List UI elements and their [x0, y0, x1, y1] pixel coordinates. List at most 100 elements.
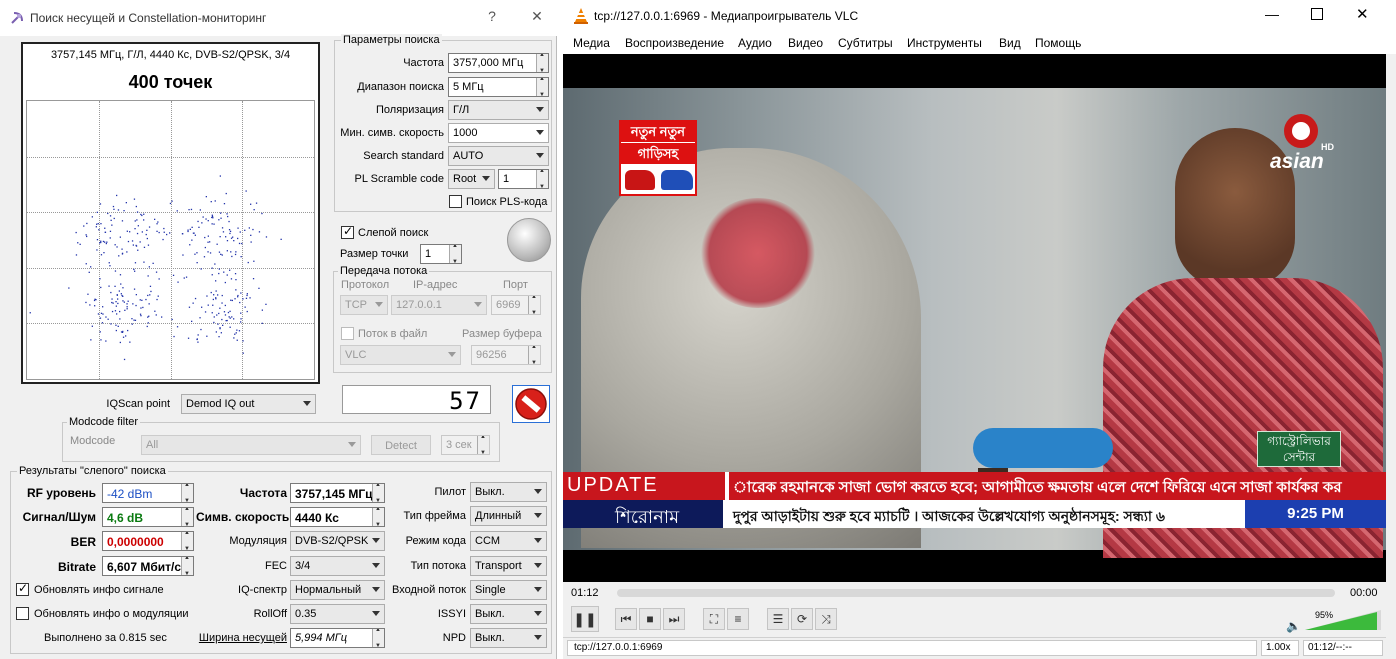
satellite-dish-icon: [11, 12, 23, 24]
rolloff-select[interactable]: 0.35: [290, 604, 385, 624]
result-sr-field: 4440 Кс: [290, 507, 385, 527]
volume-slider[interactable]: [1305, 608, 1381, 630]
time-elapsed: 01:12: [571, 587, 599, 599]
issyi-label: ISSYI: [437, 608, 466, 620]
stream-type-select[interactable]: Transport: [470, 556, 547, 576]
buffer-size-input[interactable]: 96256: [471, 345, 541, 365]
ticker1-text: ারেক রহমানকে সাজা ভোগ করতে হবে; আগামীতে …: [733, 479, 1342, 496]
vlc-menubar: Медиа Воспроизведение Аудио Видео Субтит…: [563, 32, 1396, 54]
status-speed[interactable]: 1.00x: [1261, 640, 1299, 656]
car-blue-icon: [661, 170, 693, 190]
point-size-input[interactable]: 1: [420, 244, 462, 264]
bitrate-label: Bitrate: [57, 560, 96, 574]
input-stream-label: Входной поток: [392, 584, 466, 596]
promo-bottom: গাড়িসহ: [621, 142, 695, 164]
next-button[interactable]: ⏭: [663, 608, 685, 630]
protocol-select[interactable]: TCP: [340, 295, 388, 315]
pl-scramble-code-input[interactable]: 1: [498, 169, 549, 189]
loop-button[interactable]: ⟳: [791, 608, 813, 630]
blue-object: [973, 428, 1113, 468]
pls-search-checkbox[interactable]: [449, 195, 462, 208]
menu-subtitles[interactable]: Субтитры: [838, 36, 893, 50]
vlc-titlebar[interactable]: tcp://127.0.0.1:6969 - Медиапроигрывател…: [563, 0, 1396, 32]
close-button[interactable]: ✕: [527, 8, 547, 25]
point-size-label: Размер точки: [340, 248, 409, 260]
help-button[interactable]: ?: [482, 8, 502, 24]
ip-select[interactable]: 127.0.0.1: [391, 295, 487, 315]
update-modulation-label: Обновлять инфо о модуляции: [34, 608, 189, 620]
port-input[interactable]: 6969: [491, 295, 541, 315]
modulation-label: Модуляция: [229, 535, 287, 547]
seek-bar[interactable]: [617, 589, 1335, 597]
blind-search-label: Слепой поиск: [358, 227, 429, 239]
vlc-close-icon[interactable]: ✕: [1356, 5, 1369, 23]
status-bar: tcp://127.0.0.1:6969 1.00x 01:12/--:--: [563, 637, 1386, 659]
range-input[interactable]: 5 МГц: [448, 77, 549, 97]
code-mode-select[interactable]: CCM: [470, 531, 547, 551]
modcode-label: Modcode: [70, 435, 116, 447]
stop-icon: [515, 388, 547, 420]
bandwidth-field: 5,994 МГц: [290, 628, 385, 648]
extended-settings-button[interactable]: ≡: [727, 608, 749, 630]
menu-playback[interactable]: Воспроизведение: [625, 36, 724, 50]
pause-button[interactable]: ❚❚: [571, 606, 599, 632]
dish-logo-icon[interactable]: [507, 218, 551, 262]
menu-audio[interactable]: Аудио: [738, 36, 772, 50]
freq-label: Частота: [403, 57, 444, 69]
maximize-icon[interactable]: [1311, 8, 1323, 20]
update-signal-checkbox[interactable]: [16, 581, 29, 596]
menu-media[interactable]: Медиа: [573, 36, 610, 50]
stop-playback-button[interactable]: ■: [639, 608, 661, 630]
chevron-down-icon: [448, 352, 456, 357]
iqscan-label: IQScan point: [106, 398, 170, 410]
menu-help[interactable]: Помощь: [1035, 36, 1081, 50]
detect-seconds-input[interactable]: 3 сек: [441, 435, 490, 455]
frame-type-label: Тип фрейма: [403, 510, 466, 522]
input-stream-select[interactable]: Single: [470, 580, 547, 600]
ticker-update: UPDATE ারেক রহমানকে সাজা ভোগ করতে হবে; আ…: [563, 472, 1386, 500]
plot-info: 3757,145 МГц, Г/Л, 4440 Кс, DVB-S2/QPSK,…: [50, 49, 291, 61]
shuffle-button[interactable]: ⤨: [815, 608, 837, 630]
previous-button[interactable]: ⏮: [615, 608, 637, 630]
speaker-icon[interactable]: 🔈: [1286, 619, 1301, 633]
freq-input[interactable]: 3757,000 МГц: [448, 53, 549, 73]
minimize-icon[interactable]: —: [1265, 6, 1279, 22]
video-area[interactable]: নতুন নতুন গাড়িসহ HD asian গ্যাস্ট্রোলিভ…: [563, 54, 1386, 582]
fec-select[interactable]: 3/4: [290, 556, 385, 576]
bandwidth-label: Ширина несущей: [198, 632, 287, 644]
search-standard-select[interactable]: AUTO: [448, 146, 549, 166]
snr-field: 4,6 dB: [102, 507, 194, 527]
pl-scramble-mode-select[interactable]: Root: [448, 169, 495, 189]
results-title: Результаты "слепого" поиска: [17, 465, 168, 477]
vlc-title: tcp://127.0.0.1:6969 - Медиапроигрывател…: [594, 9, 859, 23]
chevron-down-icon: [482, 176, 490, 181]
menu-view[interactable]: Вид: [999, 36, 1021, 50]
update-modulation-checkbox[interactable]: [16, 607, 29, 620]
blind-search-checkbox[interactable]: [341, 224, 354, 239]
fullscreen-button[interactable]: ⛶: [703, 608, 725, 630]
playlist-button[interactable]: ☰: [767, 608, 789, 630]
issyi-select[interactable]: Выкл.: [470, 604, 547, 624]
modcode-select[interactable]: All: [141, 435, 361, 455]
polarization-select[interactable]: Г/Л: [448, 100, 549, 120]
pls-search-label: Поиск PLS-кода: [466, 196, 548, 208]
frame-type-select[interactable]: Длинный: [470, 506, 547, 526]
iq-spectrum-select[interactable]: Нормальный: [290, 580, 385, 600]
npd-select[interactable]: Выкл.: [470, 628, 547, 648]
constellation-plot: 3757,145 МГц, Г/Л, 4440 Кс, DVB-S2/QPSK,…: [21, 42, 320, 384]
pilot-select[interactable]: Выкл.: [470, 482, 547, 502]
status-time[interactable]: 01:12/--:--: [1303, 640, 1383, 656]
menu-tools[interactable]: Инструменты: [907, 36, 982, 50]
dialog-titlebar[interactable]: Поиск несущей и Constellation-мониторинг…: [0, 0, 557, 36]
player-select[interactable]: VLC: [340, 345, 461, 365]
detect-button[interactable]: Detect: [371, 435, 431, 455]
menu-video[interactable]: Видео: [788, 36, 823, 50]
protocol-label: Протокол: [341, 279, 390, 291]
stop-button[interactable]: [512, 385, 550, 423]
plot-points-count: 400 точек: [128, 72, 213, 92]
chevron-down-icon: [536, 130, 544, 135]
min-sr-select[interactable]: 1000: [448, 123, 549, 143]
modulation-select[interactable]: DVB-S2/QPSK: [290, 531, 385, 551]
iqscan-select[interactable]: Demod IQ out: [181, 394, 316, 414]
stream-to-file-checkbox[interactable]: [341, 327, 354, 340]
